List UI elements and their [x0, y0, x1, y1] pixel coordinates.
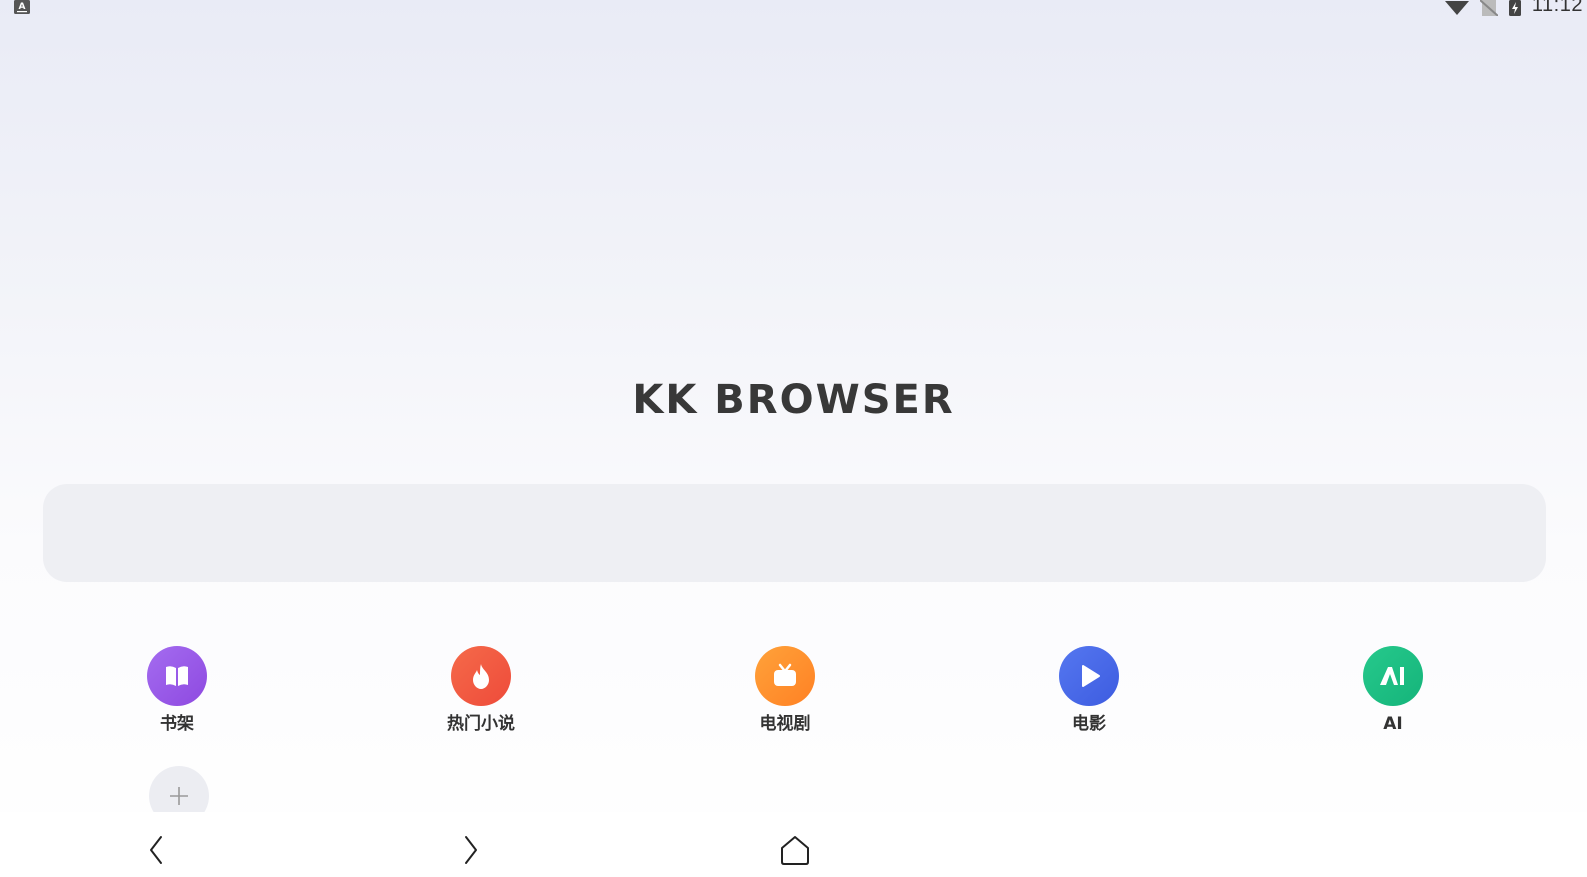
back-icon	[150, 836, 162, 864]
wifi-icon	[1444, 1, 1469, 15]
add-shortcut-button[interactable]	[149, 766, 209, 812]
brand-title: KK BROWSER	[632, 377, 955, 423]
keyboard-a-icon: A	[14, 0, 30, 14]
shortcut-bookshelf[interactable]: 书架	[87, 646, 267, 738]
ai-icon	[1363, 646, 1423, 706]
add-shortcut-wrap	[149, 766, 209, 812]
shortcut-hot-novels[interactable]: 热门小说	[391, 646, 571, 738]
forward-button[interactable]	[451, 830, 491, 870]
shortcut-ai[interactable]: AI	[1303, 646, 1483, 738]
shortcut-tv-series[interactable]: 电视剧	[695, 646, 875, 738]
status-bar: A 11:12	[0, 0, 1587, 20]
shortcut-label: 电视剧	[759, 714, 811, 734]
status-time: 11:12	[1531, 0, 1583, 14]
shortcut-label: 书架	[160, 714, 194, 734]
home-icon	[781, 836, 809, 865]
tv-icon	[755, 646, 815, 706]
plus-icon	[170, 787, 188, 805]
fire-icon	[451, 646, 511, 706]
shortcut-label: AI	[1383, 714, 1403, 734]
svg-text:A: A	[19, 2, 26, 12]
shortcut-label: 热门小说	[447, 714, 515, 734]
back-button[interactable]	[136, 830, 176, 870]
battery-charging-icon	[1508, 0, 1521, 16]
bookshelf-icon	[147, 646, 207, 706]
no-sim-icon	[1479, 0, 1498, 16]
bottom-nav	[0, 812, 1587, 877]
shortcut-label: 电影	[1072, 714, 1106, 734]
shortcut-movies[interactable]: 电影	[999, 646, 1179, 738]
search-box[interactable]	[43, 484, 1546, 582]
forward-icon	[465, 836, 477, 864]
play-icon	[1059, 646, 1119, 706]
home-button[interactable]	[775, 830, 815, 870]
